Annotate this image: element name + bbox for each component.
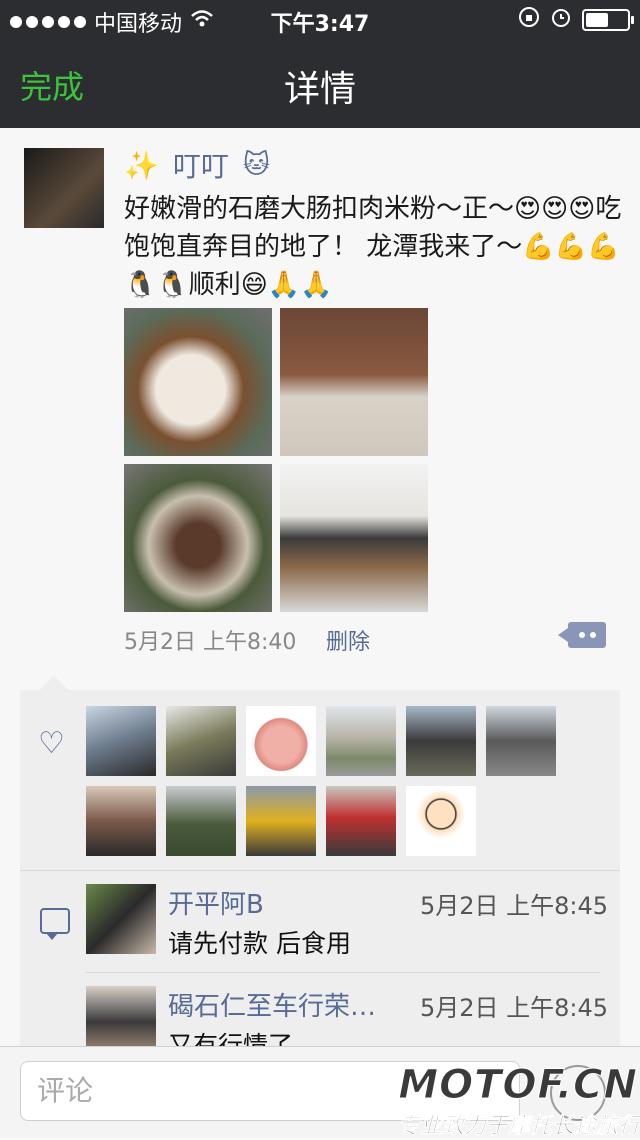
heart-icon: ♡ [38,726,65,761]
comment-timestamp: 5月2日 上午8:45 [420,892,609,920]
like-avatar[interactable] [406,786,476,856]
like-avatar[interactable] [246,706,316,776]
comment-text: 请先付款 后食用 [168,929,351,958]
comment-divider [86,972,600,973]
status-bar: 中国移动 下午3:47 [0,0,640,40]
like-avatar[interactable] [166,706,236,776]
post-photo[interactable] [280,308,428,456]
like-avatar[interactable] [486,706,556,776]
comment-avatar[interactable] [86,884,156,954]
panel-divider [20,870,620,871]
like-avatar[interactable] [326,786,396,856]
watermark-logo: MOTOF.CN [398,1062,638,1109]
post-photo[interactable] [124,464,272,612]
page-title: 详情 [283,69,356,110]
post-photo[interactable] [280,464,428,612]
comment-author[interactable]: 开平阿B [168,884,398,921]
top-bar: 中国移动 下午3:47 完成 详情 [0,0,640,128]
sparkle-icon: ✨ [124,148,159,182]
battery-icon [582,9,634,31]
comment-text: 又有行情了。 [168,1031,319,1046]
panel-arrow [40,676,68,690]
more-actions-button[interactable] [558,622,606,648]
watermark: MOTOF.CN 专业致力于摩托长途旅行 [398,1062,640,1140]
like-avatar[interactable] [406,706,476,776]
post-timestamp: 5月2日 上午8:40 [124,630,297,655]
comment-timestamp: 5月2日 上午8:45 [420,994,609,1022]
delete-link[interactable]: 删除 [326,624,370,656]
like-avatar[interactable] [246,786,316,856]
comment-author[interactable]: 碣石仁至车行荣… [168,986,398,1023]
like-avatar[interactable] [326,706,396,776]
comment-icon [40,908,70,940]
alarm-icon [550,6,572,34]
post-author[interactable]: ✨ 叮叮 🐱 [124,145,270,185]
like-avatar[interactable] [86,706,156,776]
like-avatar[interactable] [86,786,156,856]
post-photo[interactable] [124,308,272,456]
post-text: 好嫩滑的石磨大肠扣肉米粉～正～😍😍😍吃饱饱直奔目的地了！ 龙潭我来了～💪💪💪🐧🐧… [124,194,622,300]
cat-icon: 🐱 [242,150,270,180]
watermark-slogan: 专业致力于摩托长途旅行 [398,1114,640,1140]
post-author-name[interactable]: 叮叮 [173,145,229,185]
post-author-avatar[interactable] [24,148,104,228]
like-avatar[interactable] [166,786,236,856]
rotation-lock-icon [518,6,540,34]
comment-avatar[interactable] [86,986,156,1046]
